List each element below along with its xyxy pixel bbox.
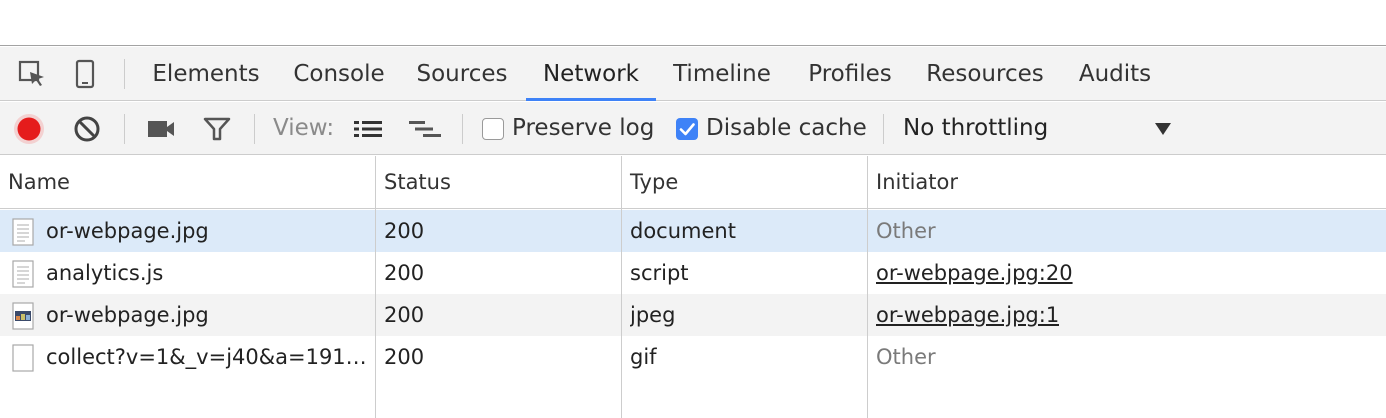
overview-waterfall-icon[interactable] — [405, 114, 445, 144]
column-header-initiator[interactable]: Initiator — [876, 156, 958, 209]
disable-cache-label[interactable]: Disable cache — [706, 102, 867, 155]
blank-file-icon — [12, 344, 34, 372]
document-icon — [12, 218, 34, 246]
device-mode-icon[interactable] — [70, 57, 100, 91]
tab-timeline[interactable]: Timeline — [662, 47, 782, 101]
record-button[interactable] — [12, 112, 46, 146]
requests-table: Name Status Type Initiator or-webpage.jp… — [0, 156, 1386, 418]
request-initiator: Other — [876, 219, 936, 243]
request-status: 200 — [384, 219, 425, 243]
view-label: View: — [273, 115, 335, 141]
inspect-element-icon[interactable] — [14, 57, 50, 91]
active-tab-indicator — [526, 98, 656, 101]
devtools-tab-bar: Elements Console Sources Network Timelin… — [0, 47, 1386, 101]
toolbar-separator — [254, 114, 255, 144]
table-row[interactable]: analytics.js 200 script or-webpage.jpg:2… — [0, 252, 1386, 294]
script-icon — [12, 260, 34, 288]
request-name: analytics.js — [46, 261, 164, 285]
table-row[interactable]: or-webpage.jpg 200 jpeg or-webpage.jpg:1 — [0, 294, 1386, 336]
table-header: Name Status Type Initiator — [0, 156, 1386, 209]
request-type: gif — [630, 345, 657, 369]
checkmark-icon — [679, 123, 695, 136]
throttling-select[interactable]: No throttling — [903, 102, 1048, 155]
table-row[interactable]: collect?v=1&_v=j40&a=191… 200 gif Other — [0, 336, 1386, 378]
initiator-link[interactable]: or-webpage.jpg:20 — [876, 252, 1073, 294]
request-status: 200 — [384, 345, 425, 369]
request-type: jpeg — [630, 303, 676, 327]
image-thumbnail-icon — [12, 302, 34, 330]
tab-sources[interactable]: Sources — [406, 47, 518, 101]
dropdown-arrow-icon[interactable] — [1150, 118, 1176, 140]
screenshot-camera-icon[interactable] — [144, 113, 178, 145]
tab-audits[interactable]: Audits — [1066, 47, 1164, 101]
column-header-name[interactable]: Name — [8, 156, 70, 209]
request-name: or-webpage.jpg — [46, 219, 209, 243]
network-toolbar: View: Preserve log Disable cache No thro… — [0, 102, 1386, 155]
request-type: document — [630, 219, 736, 243]
preserve-log-label[interactable]: Preserve log — [512, 102, 654, 155]
disable-cache-checkbox[interactable] — [676, 118, 698, 140]
large-rows-view-icon[interactable] — [350, 114, 386, 144]
request-status: 200 — [384, 261, 425, 285]
tab-resources[interactable]: Resources — [914, 47, 1056, 101]
toolbar-separator — [883, 114, 884, 144]
filter-icon[interactable] — [200, 113, 234, 145]
column-header-status[interactable]: Status — [384, 156, 451, 209]
table-row[interactable]: or-webpage.jpg 200 document Other — [0, 210, 1386, 252]
preserve-log-checkbox[interactable] — [482, 118, 504, 140]
clear-button[interactable] — [70, 113, 104, 145]
request-status: 200 — [384, 303, 425, 327]
column-divider[interactable] — [621, 156, 622, 418]
tabbar-separator — [124, 59, 125, 89]
toolbar-separator — [124, 114, 125, 144]
column-divider[interactable] — [375, 156, 376, 418]
request-name: or-webpage.jpg — [46, 303, 209, 327]
tab-console[interactable]: Console — [280, 47, 398, 101]
initiator-link[interactable]: or-webpage.jpg:1 — [876, 294, 1059, 336]
page-top-area — [0, 0, 1386, 46]
toolbar-separator — [462, 114, 463, 144]
column-header-type[interactable]: Type — [630, 156, 678, 209]
tab-profiles[interactable]: Profiles — [796, 47, 904, 101]
request-initiator: Other — [876, 345, 936, 369]
column-divider[interactable] — [867, 156, 868, 418]
request-type: script — [630, 261, 689, 285]
tab-elements[interactable]: Elements — [140, 47, 272, 101]
tab-network[interactable]: Network — [526, 47, 656, 101]
request-name: collect?v=1&_v=j40&a=191… — [46, 345, 367, 369]
